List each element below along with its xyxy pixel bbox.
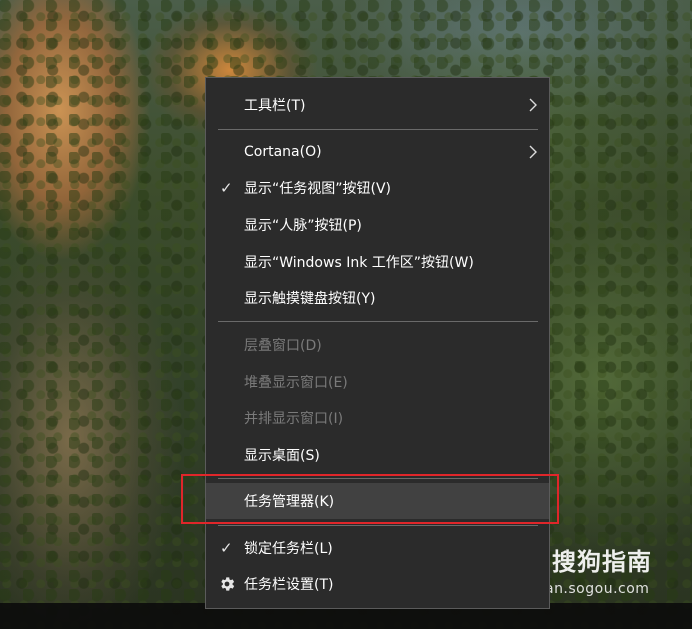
menu-item-label: 显示触摸键盘按钮(Y) — [244, 291, 376, 307]
menu-item-label: 显示“任务视图”按钮(V) — [244, 181, 392, 197]
menu-item-label: 并排显示窗口(I) — [244, 411, 344, 427]
menu-item-label: 显示桌面(S) — [244, 448, 320, 464]
menu-item-show-touch-keyboard[interactable]: 显示触摸键盘按钮(Y) — [206, 280, 549, 316]
menu-item-show-desktop[interactable]: 显示桌面(S) — [206, 437, 549, 473]
menu-item-lock-taskbar[interactable]: ✓ 锁定任务栏(L) — [206, 530, 549, 566]
menu-item-label: 堆叠显示窗口(E) — [244, 375, 348, 391]
menu-item-label: 锁定任务栏(L) — [244, 541, 333, 557]
menu-item-label: 任务栏设置(T) — [244, 577, 334, 593]
menu-item-label: 显示“人脉”按钮(P) — [244, 218, 362, 234]
taskbar-context-menu: 工具栏(T) Cortana(O) ✓ 显示“任务视图”按钮(V) 显示“人脉”… — [205, 77, 550, 609]
chevron-right-icon — [529, 145, 537, 159]
menu-item-show-windows-ink[interactable]: 显示“Windows Ink 工作区”按钮(W) — [206, 244, 549, 280]
desktop: S 搜狗指南 zhinan.sogou.com 工具栏(T) Cortana(O… — [0, 0, 692, 629]
menu-item-show-people[interactable]: 显示“人脉”按钮(P) — [206, 207, 549, 243]
menu-item-side-by-side-windows: 并排显示窗口(I) — [206, 400, 549, 436]
menu-item-cortana[interactable]: Cortana(O) — [206, 134, 549, 170]
menu-item-toolbars[interactable]: 工具栏(T) — [206, 87, 549, 123]
menu-item-cascade-windows: 层叠窗口(D) — [206, 327, 549, 363]
menu-item-label: 显示“Windows Ink 工作区”按钮(W) — [244, 255, 474, 271]
menu-item-label: 层叠窗口(D) — [244, 338, 322, 354]
menu-separator — [218, 129, 538, 130]
menu-item-label: Cortana(O) — [244, 144, 322, 160]
menu-item-taskbar-settings[interactable]: 任务栏设置(T) — [206, 566, 549, 602]
menu-item-stack-windows: 堆叠显示窗口(E) — [206, 364, 549, 400]
menu-item-show-task-view[interactable]: ✓ 显示“任务视图”按钮(V) — [206, 170, 549, 206]
annotation-highlight-box — [181, 474, 559, 524]
gear-icon — [221, 577, 235, 591]
chevron-right-icon — [529, 98, 537, 112]
watermark-brand: 搜狗指南 — [552, 548, 652, 576]
checkmark-icon: ✓ — [220, 539, 233, 557]
menu-item-label: 工具栏(T) — [244, 98, 306, 114]
menu-separator — [218, 321, 538, 322]
menu-separator — [218, 525, 538, 526]
checkmark-icon: ✓ — [220, 179, 233, 197]
